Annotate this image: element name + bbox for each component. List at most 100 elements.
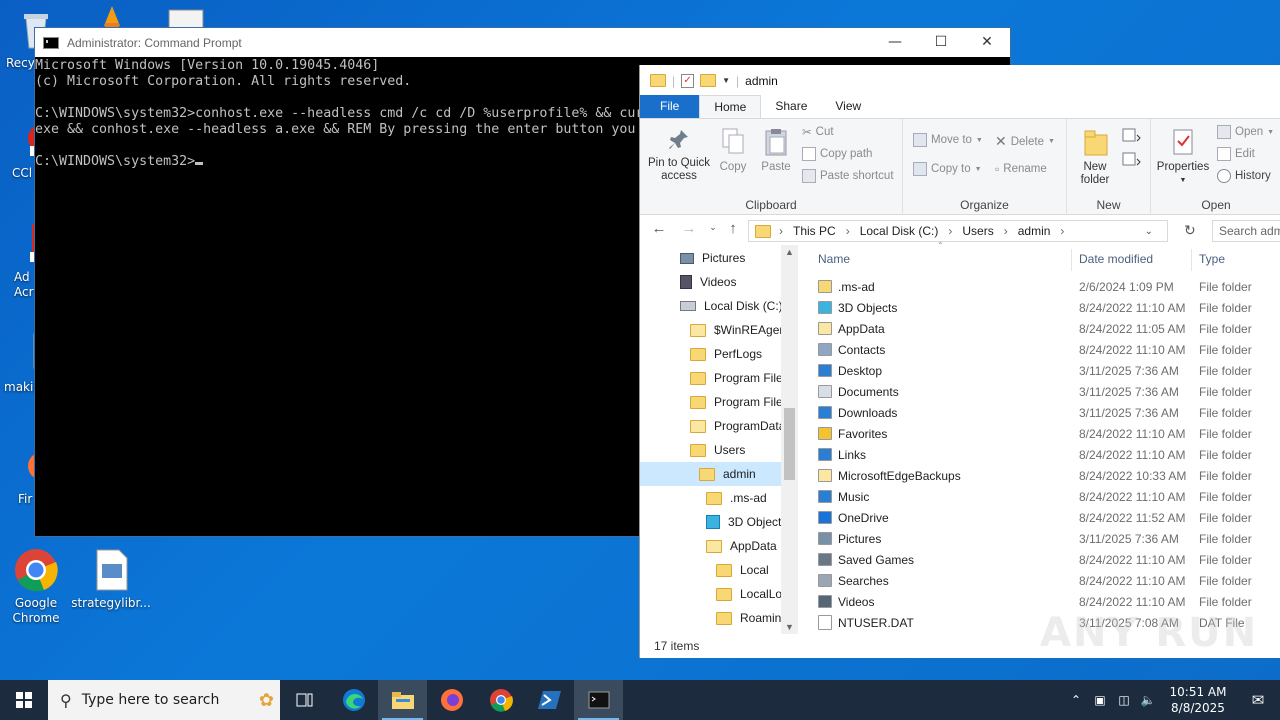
rename-button[interactable]: ▫ Rename	[995, 162, 1047, 176]
edit-button[interactable]: Edit	[1217, 147, 1255, 161]
device-icon[interactable]: ▣	[1088, 693, 1112, 707]
tree-item-program-files[interactable]: Program Files	[690, 366, 781, 390]
tree-item-programdata[interactable]: ProgramData	[690, 414, 781, 438]
clock[interactable]: 10:51 AM 8/8/2025	[1160, 684, 1236, 716]
taskbar-powershell[interactable]	[525, 680, 574, 720]
volume-icon[interactable]: 🔈	[1136, 693, 1160, 707]
file-row[interactable]: OneDrive 8/24/2022 11:52 AM File folder	[810, 507, 1280, 528]
desktop-file-icon[interactable]	[166, 8, 206, 29]
taskbar-search-box[interactable]: ⚲ Type here to search ✿	[48, 680, 280, 720]
taskbar-edge[interactable]	[329, 680, 378, 720]
desktop-icon-strategylibrary[interactable]: strategylibr...	[71, 548, 151, 611]
search-input[interactable]: Search admin	[1212, 220, 1280, 242]
tree-item-videos[interactable]: Videos	[680, 270, 736, 294]
file-row[interactable]: AppData 8/24/2022 11:05 AM File folder	[810, 318, 1280, 339]
taskbar-chrome[interactable]	[476, 680, 525, 720]
breadcrumb-local-disk[interactable]: Local Disk (C:)	[860, 224, 939, 238]
scrollbar-thumb[interactable]	[784, 408, 795, 480]
cut-button[interactable]: ✂ Cut	[802, 125, 834, 139]
up-button[interactable]: ↑	[720, 220, 746, 237]
file-row[interactable]: Downloads 3/11/2025 7:36 AM File folder	[810, 402, 1280, 423]
close-button[interactable]: ✕	[964, 28, 1010, 57]
tree-item-local[interactable]: Local	[716, 558, 769, 582]
file-row[interactable]: Favorites 8/24/2022 11:10 AM File folder	[810, 423, 1280, 444]
file-row[interactable]: Saved Games 8/24/2022 11:10 AM File folder	[810, 549, 1280, 570]
tab-file[interactable]: File	[640, 95, 700, 118]
minimize-button[interactable]: —	[872, 28, 918, 57]
tree-item-winreagent[interactable]: $WinREAgent	[690, 318, 781, 342]
tree-item-program-files-x86[interactable]: Program Files (x86)	[690, 390, 781, 414]
qat-dropdown-icon[interactable]: ▼	[722, 76, 730, 85]
file-row[interactable]: Videos 8/24/2022 11:10 AM File folder	[810, 591, 1280, 612]
task-view-button[interactable]	[280, 680, 329, 720]
history-button[interactable]: History	[1217, 169, 1271, 183]
new-item-button[interactable]	[1121, 127, 1143, 148]
address-dropdown-icon[interactable]: ⌄	[1145, 226, 1153, 237]
move-to-button[interactable]: Move to ▼	[913, 133, 983, 147]
properties-check-icon[interactable]: ✓	[681, 73, 695, 88]
copy-to-button[interactable]: Copy to ▼	[913, 162, 982, 176]
back-button[interactable]: ←	[646, 220, 672, 237]
column-divider[interactable]	[1071, 249, 1072, 271]
address-bar[interactable]: › This PC › Local Disk (C:) › Users › ad…	[748, 220, 1168, 242]
properties-button[interactable]: Properties ▼	[1155, 127, 1211, 187]
network-icon[interactable]: ◫	[1112, 693, 1136, 707]
tree-item-perflogs[interactable]: PerfLogs	[690, 342, 762, 366]
easy-access-button[interactable]	[1121, 151, 1143, 172]
file-row[interactable]: Desktop 3/11/2025 7:36 AM File folder	[810, 360, 1280, 381]
column-header-name[interactable]: Name	[818, 245, 850, 273]
delete-button[interactable]: ✕ Delete ▼	[995, 133, 1055, 150]
file-row[interactable]: Pictures 3/11/2025 7:36 AM File folder	[810, 528, 1280, 549]
paste-shortcut-button[interactable]: Paste shortcut	[802, 169, 894, 183]
file-row[interactable]: Music 8/24/2022 11:10 AM File folder	[810, 486, 1280, 507]
new-folder-button[interactable]: New folder	[1073, 127, 1117, 187]
breadcrumb-this-pc[interactable]: This PC	[793, 224, 836, 238]
tree-item-3d-objects[interactable]: 3D Objects	[706, 510, 781, 534]
cmd-title-bar[interactable]: Administrator: Command Prompt — ☐ ✕	[35, 28, 1010, 57]
taskbar-file-explorer[interactable]	[378, 680, 427, 720]
tree-item-users[interactable]: Users	[690, 438, 745, 462]
file-row[interactable]: MicrosoftEdgeBackups 8/24/2022 10:33 AM Fi…	[810, 465, 1280, 486]
tree-item-appdata[interactable]: AppData	[706, 534, 777, 558]
navigation-pane[interactable]: Pictures Videos Local Disk (C:) $WinREAg…	[640, 245, 781, 634]
taskbar-firefox[interactable]	[427, 680, 476, 720]
copy-button[interactable]: Copy	[718, 127, 748, 174]
tree-item-local-disk[interactable]: Local Disk (C:)	[680, 294, 781, 318]
tab-share[interactable]: Share	[761, 95, 821, 118]
file-row[interactable]: Documents 3/11/2025 7:36 AM File folder	[810, 381, 1280, 402]
tree-item-locallow[interactable]: LocalLow	[716, 582, 781, 606]
file-row[interactable]: Links 8/24/2022 11:10 AM File folder	[810, 444, 1280, 465]
file-row[interactable]: .ms-ad 2/6/2024 1:09 PM File folder	[810, 276, 1280, 297]
tree-item-roaming[interactable]: Roaming	[716, 606, 781, 630]
maximize-button[interactable]: ☐	[918, 28, 964, 57]
tree-item-admin[interactable]: admin	[640, 462, 781, 486]
open-button[interactable]: Open ▼	[1217, 125, 1274, 139]
file-explorer-window[interactable]: | ✓ ▼ | admin File Home Share View Pin t…	[639, 65, 1280, 658]
new-folder-icon[interactable]	[700, 74, 717, 87]
vlc-icon[interactable]	[102, 4, 122, 28]
file-row[interactable]: Contacts 8/24/2022 11:10 AM File folder	[810, 339, 1280, 360]
refresh-icon[interactable]: ↻	[1184, 222, 1196, 239]
file-row[interactable]: Searches 8/24/2022 11:10 AM File folder	[810, 570, 1280, 591]
navigation-scrollbar[interactable]: ▲ ▼	[781, 245, 798, 634]
column-header-type[interactable]: Type	[1199, 245, 1225, 273]
pin-to-quick-access-button[interactable]: Pin to Quick access	[646, 127, 712, 183]
taskbar-command-prompt[interactable]	[574, 680, 623, 720]
scroll-up-icon[interactable]: ▲	[781, 247, 798, 257]
tab-view[interactable]: View	[821, 95, 875, 118]
column-header-date[interactable]: Date modified	[1079, 245, 1153, 273]
forward-button[interactable]: →	[676, 220, 702, 237]
paste-button[interactable]: Paste	[760, 127, 792, 174]
desktop-icon-google-chrome[interactable]: Google Chrome	[0, 548, 76, 626]
notifications-icon[interactable]: ✉	[1236, 691, 1280, 709]
file-row[interactable]: 3D Objects 8/24/2022 11:10 AM File folder	[810, 297, 1280, 318]
tab-home[interactable]: Home	[699, 95, 762, 118]
copy-path-button[interactable]: Copy path	[802, 147, 872, 161]
column-divider[interactable]	[1191, 249, 1192, 271]
breadcrumb-users[interactable]: Users	[962, 224, 993, 238]
start-button[interactable]	[0, 680, 48, 720]
scroll-down-icon[interactable]: ▼	[781, 622, 798, 632]
tree-item-ms-ad[interactable]: .ms-ad	[706, 486, 767, 510]
tree-item-pictures[interactable]: Pictures	[680, 246, 745, 270]
breadcrumb-admin[interactable]: admin	[1018, 224, 1051, 238]
